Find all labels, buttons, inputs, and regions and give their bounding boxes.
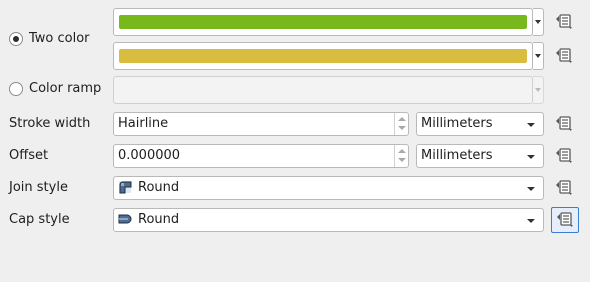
offset-label: Offset (9, 148, 49, 163)
color-ramp-radio[interactable]: Color ramp (9, 81, 101, 96)
color2-dropdown-arrow[interactable] (533, 42, 544, 70)
stroke-width-spinner[interactable] (394, 113, 408, 135)
offset-spinner[interactable] (394, 145, 408, 167)
data-defined-icon (557, 212, 573, 227)
color1-button[interactable] (113, 8, 533, 36)
data-defined-override-offset-button[interactable] (553, 145, 575, 167)
offset-unit-value: Millimeters (421, 148, 493, 163)
data-defined-override-cap-style-button[interactable] (551, 207, 579, 233)
data-defined-icon (556, 14, 572, 29)
chevron-down-icon (527, 123, 535, 127)
join-style-value: Round (138, 180, 180, 195)
color1-dropdown-arrow[interactable] (533, 8, 544, 36)
join-style-select[interactable]: Round (113, 176, 544, 200)
chevron-down-icon (527, 155, 535, 159)
data-defined-icon (556, 48, 572, 63)
two-color-radio[interactable]: Two color (9, 31, 90, 46)
stroke-width-label: Stroke width (9, 116, 91, 131)
data-defined-override-color1-button[interactable] (553, 11, 575, 33)
data-defined-icon (556, 148, 572, 163)
chevron-down-icon (527, 187, 535, 191)
stroke-width-unit-select[interactable]: Millimeters (416, 112, 544, 136)
stroke-width-value: Hairline (118, 116, 169, 131)
color2-swatch (119, 49, 527, 63)
color-ramp-radio-indicator[interactable] (9, 81, 23, 96)
color-ramp-dropdown-arrow (533, 76, 544, 104)
cap-style-select[interactable]: Round (113, 208, 544, 232)
round-cap-icon (118, 212, 132, 234)
chevron-down-icon (527, 219, 535, 223)
stroke-width-input[interactable]: Hairline (113, 112, 409, 136)
data-defined-icon (556, 116, 572, 131)
offset-input[interactable]: 0.000000 (113, 144, 409, 168)
color1-swatch (119, 15, 527, 29)
color-ramp-label: Color ramp (29, 81, 102, 96)
two-color-label: Two color (29, 31, 90, 46)
data-defined-override-stroke-width-button[interactable] (553, 113, 575, 135)
offset-value: 0.000000 (118, 148, 181, 163)
data-defined-override-color2-button[interactable] (553, 45, 575, 67)
color2-button[interactable] (113, 42, 533, 70)
cap-style-value: Round (138, 212, 180, 227)
offset-unit-select[interactable]: Millimeters (416, 144, 544, 168)
stroke-width-unit-value: Millimeters (421, 116, 493, 131)
data-defined-icon (556, 180, 572, 195)
cap-style-label: Cap style (9, 212, 70, 227)
two-color-radio-indicator[interactable] (9, 31, 23, 46)
color-ramp-button (113, 76, 533, 104)
round-join-icon (118, 180, 132, 202)
join-style-label: Join style (9, 180, 68, 195)
data-defined-override-join-style-button[interactable] (553, 177, 575, 199)
